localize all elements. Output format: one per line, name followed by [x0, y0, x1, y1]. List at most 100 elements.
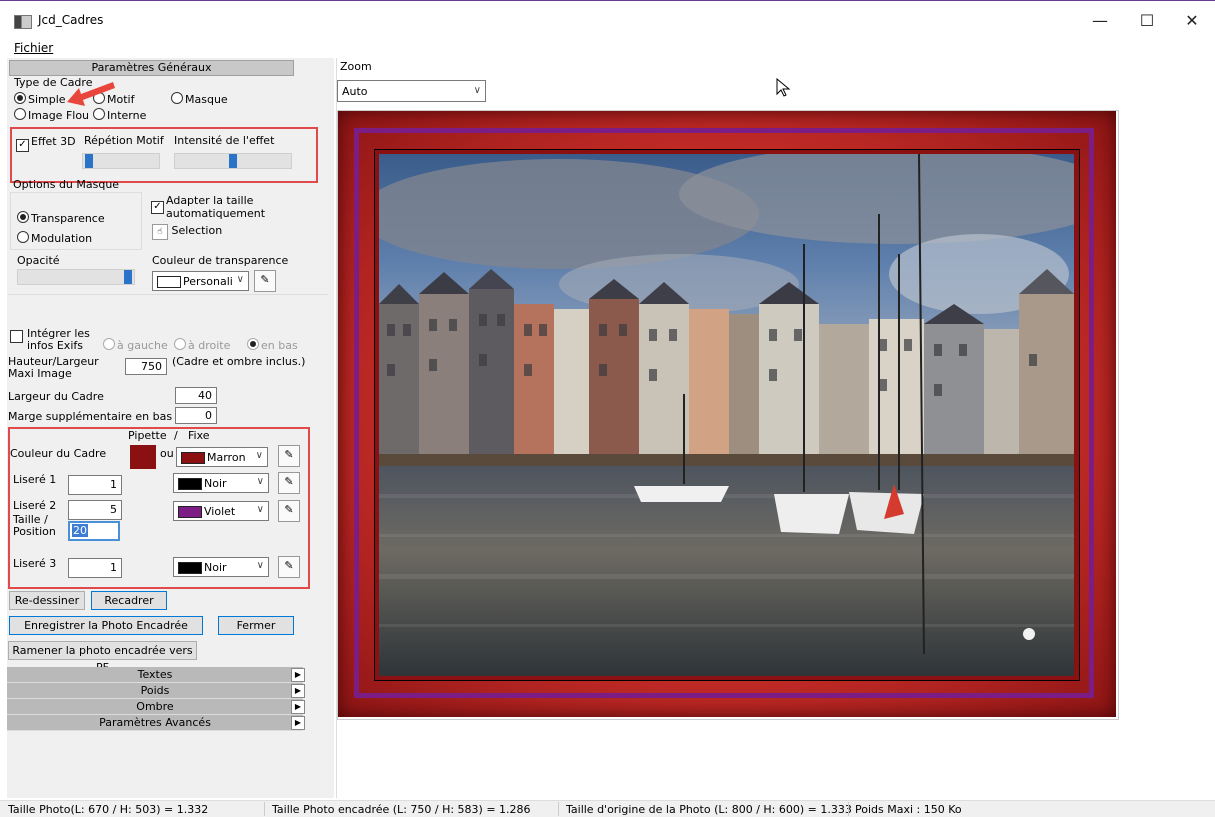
radio-modulation[interactable]: Modulation	[17, 231, 92, 245]
color-swatch	[181, 452, 205, 464]
triangle-right-icon: ▶	[291, 668, 305, 682]
minimize-button[interactable]: —	[1080, 7, 1120, 35]
annotation-arrow	[67, 82, 115, 106]
pipette-icon[interactable]: ✎	[254, 270, 276, 292]
status-bar: Taille Photo(L: 670 / H: 503) = 1.332 Ta…	[0, 800, 1215, 817]
mask-options-label: Options du Masque	[13, 178, 120, 191]
intensity-slider[interactable]	[174, 153, 292, 169]
photo	[379, 154, 1074, 676]
effect3d-box: ✓ Effet 3D Répétion Motif Intensité de l'…	[10, 127, 318, 183]
title-bar: Jcd_Cadres — ☐ ✕	[0, 0, 1215, 39]
radio-interne[interactable]: Interne	[93, 108, 146, 122]
mouse-cursor-icon	[776, 78, 791, 97]
exif-bottom-radio[interactable]: en bas	[247, 338, 298, 352]
frame-color-label: Couleur du Cadre	[10, 447, 107, 460]
lisere1-label: Liseré 1	[13, 473, 57, 486]
frame-color-swatch[interactable]	[130, 445, 156, 469]
frame-color-select[interactable]: Marron ∨	[176, 447, 268, 467]
status-separator	[558, 802, 559, 816]
zoom-select[interactable]: Auto ∨	[337, 80, 486, 102]
radio-transparence[interactable]: Transparence	[17, 211, 105, 225]
intensity-slider-thumb[interactable]	[229, 154, 237, 168]
lisere2-label: Liseré 2	[13, 499, 57, 512]
chevron-down-icon: ∨	[256, 560, 264, 571]
radio-simple[interactable]: Simple	[14, 92, 66, 106]
lisere1-color-select[interactable]: Noir ∨	[173, 473, 269, 493]
extra-margin-input[interactable]: 0	[175, 407, 217, 424]
selection-button[interactable]: ☝ Selection	[152, 224, 222, 240]
reframe-button[interactable]: Recadrer	[91, 591, 167, 610]
lisere3-input[interactable]: 1	[68, 558, 122, 578]
exif-right-radio[interactable]: à droite	[174, 338, 230, 352]
window-title: Jcd_Cadres	[38, 13, 104, 27]
lisere3-color-select[interactable]: Noir ∨	[173, 557, 269, 577]
intensity-label: Intensité de l'effet	[174, 134, 275, 147]
color-swatch	[157, 276, 181, 288]
settings-panel: Paramètres Généraux Type de Cadre Simple…	[7, 58, 334, 798]
triangle-right-icon: ▶	[291, 684, 305, 698]
radio-image-flou[interactable]: Image Flou	[14, 108, 89, 122]
menu-file[interactable]: Fichier	[14, 41, 53, 55]
framed-photo-preview	[338, 111, 1116, 717]
pipette-icon[interactable]: ✎	[278, 472, 300, 494]
extra-margin-label: Marge supplémentaire en bas	[8, 410, 173, 423]
max-size-note: (Cadre et ombre inclus.)	[172, 355, 306, 368]
maximize-button[interactable]: ☐	[1127, 7, 1167, 35]
frame-colors-box: Pipette / Fixe Couleur du Cadre ou Marro…	[8, 427, 310, 589]
status-original-size: Taille d'origine de la Photo (L: 800 / H…	[566, 803, 852, 816]
section-textes[interactable]: Textes ▶	[7, 667, 305, 683]
exif-left-radio[interactable]: à gauche	[103, 338, 168, 352]
divider	[8, 294, 328, 295]
size-position-input[interactable]: 20	[68, 521, 120, 541]
triangle-right-icon: ▶	[291, 716, 305, 730]
pipette-icon[interactable]: ✎	[278, 556, 300, 578]
section-general-header[interactable]: Paramètres Généraux	[9, 60, 294, 76]
status-separator	[264, 802, 265, 816]
repeat-label: Répétion Motif	[84, 134, 164, 147]
max-size-label: Hauteur/Largeur Maxi Image	[8, 355, 99, 380]
lisere1-input[interactable]: 1	[68, 475, 122, 495]
triangle-right-icon: ▶	[291, 700, 305, 714]
lisere3-label: Liseré 3	[13, 557, 57, 570]
size-position-label: Taille / Position	[13, 513, 56, 538]
opacity-slider-thumb[interactable]	[124, 270, 132, 284]
section-advanced[interactable]: Paramètres Avancés ▶	[7, 715, 305, 731]
opacity-slider[interactable]	[17, 269, 135, 285]
color-swatch	[178, 478, 202, 490]
effect3d-checkbox[interactable]: ✓ Effet 3D	[16, 135, 76, 152]
fixe-label: Fixe	[188, 429, 210, 442]
section-ombre[interactable]: Ombre ▶	[7, 699, 305, 715]
radio-masque[interactable]: Masque	[171, 92, 228, 106]
close-button[interactable]: Fermer	[218, 616, 294, 635]
chevron-down-icon: ∨	[256, 476, 264, 487]
frame-width-label: Largeur du Cadre	[8, 390, 104, 403]
close-window-button[interactable]: ✕	[1172, 7, 1212, 35]
status-photo-size: Taille Photo(L: 670 / H: 503) = 1.332	[8, 803, 209, 816]
repeat-slider[interactable]	[82, 153, 160, 169]
max-size-input[interactable]: 750	[125, 358, 167, 375]
chevron-down-icon: ∨	[236, 274, 244, 285]
section-poids[interactable]: Poids ▶	[7, 683, 305, 699]
save-framed-photo-button[interactable]: Enregistrer la Photo Encadrée	[9, 616, 203, 635]
return-photo-button[interactable]: Ramener la photo encadrée vers PF	[8, 641, 197, 674]
status-max-weight: Poids Maxi : 150 Ko	[855, 803, 962, 816]
color-swatch	[178, 562, 202, 574]
pipette-icon[interactable]: ✎	[278, 445, 300, 467]
pipette-icon[interactable]: ✎	[278, 500, 300, 522]
lisere2-input[interactable]: 5	[68, 500, 122, 520]
or-label: ou	[160, 447, 174, 460]
lisere2-color-select[interactable]: Violet ∨	[173, 501, 269, 521]
redraw-button[interactable]: Re-dessiner	[9, 591, 85, 610]
frame-width-input[interactable]: 40	[175, 387, 217, 404]
repeat-slider-thumb[interactable]	[85, 154, 93, 168]
pipette-label: Pipette	[128, 429, 167, 442]
opacity-label: Opacité	[17, 254, 60, 267]
chevron-down-icon: ∨	[473, 85, 481, 96]
status-framed-size: Taille Photo encadrée (L: 750 / H: 583) …	[272, 803, 531, 816]
zoom-label: Zoom	[340, 60, 372, 73]
transparency-color-select[interactable]: Personali ∨	[152, 271, 249, 291]
transparency-color-label: Couleur de transparence	[152, 254, 289, 267]
slash-label: /	[174, 429, 178, 442]
mask-mode-group: Transparence Modulation	[10, 192, 142, 250]
chevron-down-icon: ∨	[256, 504, 264, 515]
